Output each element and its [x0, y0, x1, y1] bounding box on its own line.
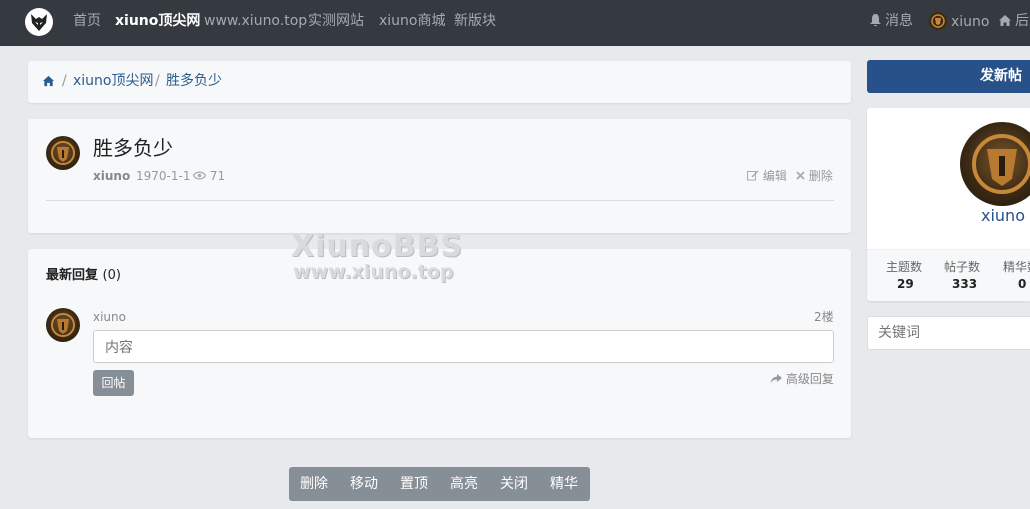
delete-button[interactable]: 删除 [796, 169, 833, 183]
breadcrumb-thread[interactable]: 胜多负少 [166, 73, 222, 89]
breadcrumb: / xiuno顶尖网 / 胜多负少 [28, 61, 851, 103]
mod-move-button[interactable]: 移动 [350, 476, 378, 492]
view-count: 71 [209, 169, 226, 183]
edit-button[interactable]: 编辑 [747, 169, 787, 183]
user-profile-card: xiuno 主题数 29 帖子数 333 精华数 0 [867, 108, 1030, 301]
nav-username: xiuno [951, 14, 990, 30]
stat-digest-label: 精华数 [1003, 260, 1030, 274]
replies-heading: 最新回复 (0) [46, 268, 121, 284]
watermark-url: www.xiuno.top [293, 261, 454, 283]
mod-delete-button[interactable]: 删除 [300, 476, 328, 492]
watermark-title: XiunoBBS [291, 229, 464, 264]
user-avatar [929, 12, 947, 30]
nav-user-menu[interactable]: xiuno [929, 12, 990, 31]
replies-title: 最新回复 [46, 268, 99, 283]
stat-threads-value: 29 [897, 277, 914, 291]
home-icon [999, 15, 1011, 26]
stat-posts-label: 帖子数 [944, 260, 981, 274]
reply-submit-button[interactable]: 回帖 [93, 370, 134, 396]
stat-threads-label: 主题数 [886, 260, 923, 274]
breadcrumb-forum[interactable]: xiuno顶尖网 [73, 73, 154, 89]
thread-views: 71 [192, 169, 226, 183]
share-icon [770, 374, 782, 384]
nav-test-sites[interactable]: 实测网站 [308, 12, 364, 30]
messages-label: 消息 [885, 13, 913, 29]
thread-author[interactable]: xiuno [93, 169, 130, 183]
reply-avatar[interactable] [46, 308, 80, 342]
profile-avatar[interactable] [960, 122, 1030, 206]
nav-admin[interactable]: 后 [998, 12, 1029, 30]
reply-content-input[interactable] [93, 330, 834, 363]
breadcrumb-separator: / [62, 73, 67, 89]
edit-icon [747, 170, 759, 181]
nav-www-link[interactable]: www.xiuno.top [204, 12, 307, 30]
mod-digest-button[interactable]: 精华 [550, 476, 578, 492]
stat-posts-value: 333 [952, 277, 978, 291]
author-avatar[interactable] [46, 136, 80, 170]
thread-date: 1970-1-1 [136, 169, 191, 183]
admin-label: 后 [1015, 13, 1029, 29]
eye-icon [192, 171, 207, 180]
nav-messages[interactable]: 消息 [869, 12, 913, 30]
top-navbar: 首页 xiuno顶尖网 www.xiuno.top 实测网站 xiuno商城 新… [0, 0, 1030, 46]
new-thread-button[interactable]: 发新帖 [867, 60, 1030, 93]
mod-close-button[interactable]: 关闭 [500, 476, 528, 492]
mod-sticky-button[interactable]: 置顶 [400, 476, 428, 492]
breadcrumb-separator: / [155, 73, 160, 89]
thread-title: 胜多负少 [93, 136, 173, 160]
profile-username[interactable]: xiuno [981, 206, 1025, 226]
profile-stats: 主题数 29 帖子数 333 精华数 0 [867, 249, 1030, 301]
advanced-reply-label: 高级回复 [785, 372, 834, 386]
stat-digest-value: 0 [1018, 277, 1027, 291]
nav-shop[interactable]: xiuno商城 [379, 12, 446, 30]
search-input[interactable] [867, 316, 1030, 350]
mod-highlight-button[interactable]: 高亮 [450, 476, 478, 492]
close-icon [796, 171, 805, 180]
thread-divider [46, 200, 834, 201]
nav-xiuno-top-forum[interactable]: xiuno顶尖网 [115, 12, 200, 30]
reply-username: xiuno [93, 310, 126, 324]
site-logo[interactable] [25, 8, 53, 36]
reply-floor-number: 2楼 [814, 310, 834, 324]
nav-new-board[interactable]: 新版块 [454, 12, 496, 30]
home-icon[interactable] [42, 75, 55, 87]
nav-home[interactable]: 首页 [73, 12, 101, 30]
delete-label: 删除 [808, 169, 833, 183]
bell-icon [870, 14, 881, 27]
moderation-toolbar: 删除 移动 置顶 高亮 关闭 精华 [289, 467, 590, 501]
advanced-reply-link[interactable]: 高级回复 [770, 372, 834, 386]
replies-count: (0) [102, 268, 121, 283]
edit-label: 编辑 [762, 169, 787, 183]
thread-card: 胜多负少 xiuno 1970-1-1 71 编辑 删除 [28, 119, 851, 233]
